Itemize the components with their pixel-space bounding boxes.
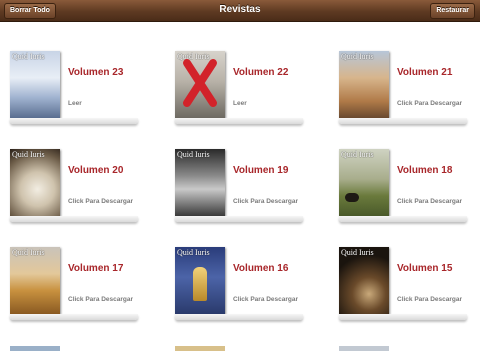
magazine-grid: Quid Iuris Volumen 23 Leer Quid Iuris Vo… <box>0 22 480 351</box>
partial-cover <box>339 346 389 351</box>
magazine-card[interactable]: Quid Iuris Volumen 15 Click Para Descarg… <box>329 218 480 320</box>
magazine-cover[interactable]: Quid Iuris <box>175 51 225 118</box>
magazine-card[interactable]: Quid Iuris Volumen 23 Leer <box>0 22 160 124</box>
magazine-card[interactable]: Quid Iuris Volumen 21 Click Para Descarg… <box>329 22 480 124</box>
angel-statue <box>193 267 207 301</box>
magazine-cover[interactable]: Quid Iuris <box>339 51 389 118</box>
volume-title[interactable]: Volumen 15 <box>397 263 452 274</box>
magazine-cover[interactable]: Quid Iuris <box>175 149 225 216</box>
volume-title[interactable]: Volumen 16 <box>233 263 288 274</box>
download-link[interactable]: Click Para Descargar <box>397 100 462 107</box>
partial-cover <box>175 346 225 351</box>
navigation-bar: Borrar Todo Revistas Restaurar <box>0 0 480 22</box>
download-link[interactable]: Click Para Descargar <box>397 198 462 205</box>
volume-title[interactable]: Volumen 21 <box>397 67 452 78</box>
cover-masthead: Quid Iuris <box>12 248 45 257</box>
shelf <box>10 314 138 320</box>
download-link[interactable]: Click Para Descargar <box>397 296 462 303</box>
magazine-card[interactable]: Quid Iuris Volumen 20 Click Para Descarg… <box>0 120 160 222</box>
magazine-cover[interactable]: Quid Iuris <box>10 149 60 216</box>
download-link[interactable]: Click Para Descargar <box>233 296 298 303</box>
volume-title[interactable]: Volumen 22 <box>233 67 288 78</box>
volume-title[interactable]: Volumen 23 <box>68 67 123 78</box>
magazine-cover[interactable]: Quid Iuris <box>339 149 389 216</box>
cover-masthead: Quid Iuris <box>12 52 45 61</box>
magazine-card[interactable]: Quid Iuris Volumen 19 Click Para Descarg… <box>165 120 325 222</box>
partial-cover <box>10 346 60 351</box>
download-link[interactable]: Click Para Descargar <box>233 198 298 205</box>
cover-masthead: Quid Iuris <box>12 150 45 159</box>
magazine-cover[interactable]: Quid Iuris <box>10 51 60 118</box>
download-link[interactable]: Click Para Descargar <box>68 296 133 303</box>
read-link[interactable]: Leer <box>68 100 82 107</box>
magazine-card[interactable]: Quid Iuris Volumen 22 Leer <box>165 22 325 124</box>
volume-title[interactable]: Volumen 20 <box>68 165 123 176</box>
page-title: Revistas <box>219 4 261 15</box>
cover-masthead: Quid Iuris <box>341 52 374 61</box>
read-link[interactable]: Leer <box>233 100 247 107</box>
cover-masthead: Quid Iuris <box>341 248 374 257</box>
volume-title[interactable]: Volumen 17 <box>68 263 123 274</box>
magazine-cover[interactable]: Quid Iuris <box>10 247 60 314</box>
cover-masthead: Quid Iuris <box>341 150 374 159</box>
download-link[interactable]: Click Para Descargar <box>68 198 133 205</box>
magazine-cover[interactable]: Quid Iuris <box>339 247 389 314</box>
magazine-card[interactable]: Quid Iuris Volumen 17 Click Para Descarg… <box>0 218 160 320</box>
volume-title[interactable]: Volumen 19 <box>233 165 288 176</box>
red-x-graphic <box>183 59 217 107</box>
cover-masthead: Quid Iuris <box>177 248 210 257</box>
magazine-cover[interactable]: Quid Iuris <box>175 247 225 314</box>
animal-figure <box>345 193 359 202</box>
restore-button[interactable]: Restaurar <box>430 3 475 19</box>
magazine-card[interactable]: Quid Iuris Volumen 16 Click Para Descarg… <box>165 218 325 320</box>
shelf <box>175 314 303 320</box>
shelf <box>339 314 467 320</box>
cover-masthead: Quid Iuris <box>177 150 210 159</box>
volume-title[interactable]: Volumen 18 <box>397 165 452 176</box>
magazine-card[interactable]: Quid Iuris Volumen 18 Click Para Descarg… <box>329 120 480 222</box>
